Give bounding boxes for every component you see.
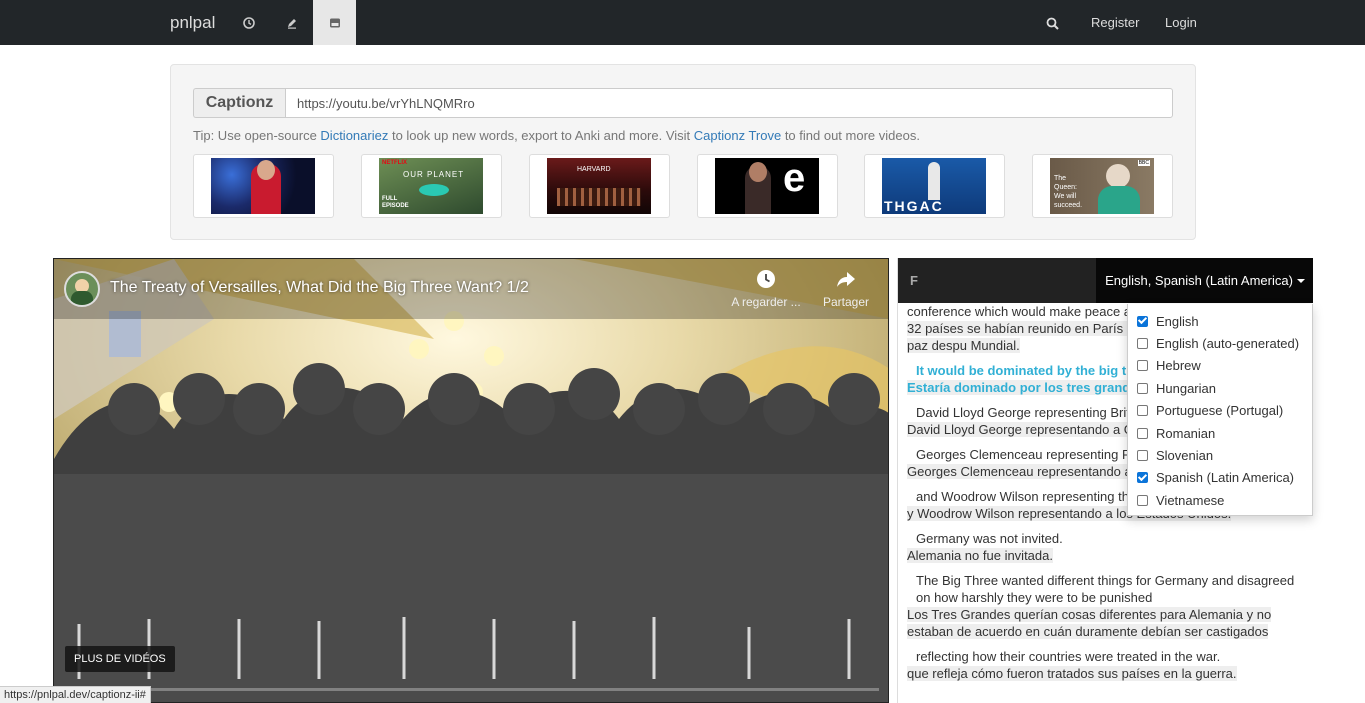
video-thumbnail[interactable]: e xyxy=(697,154,838,218)
video-url-input[interactable] xyxy=(285,88,1173,118)
youtube-nav-button[interactable] xyxy=(313,0,356,45)
language-checkbox[interactable] xyxy=(1137,427,1148,439)
video-thumbnail[interactable]: BBC The Queen: We will succeed. xyxy=(1032,154,1173,218)
video-progress-bar[interactable] xyxy=(64,688,879,691)
video-thumbnail[interactable]: THGAC xyxy=(864,154,1005,218)
pencil-icon xyxy=(287,18,296,29)
language-option[interactable]: Portuguese (Portugal) xyxy=(1128,400,1312,422)
video-thumbnail[interactable] xyxy=(193,154,334,218)
language-checkbox[interactable] xyxy=(1137,382,1148,394)
share-button[interactable]: Partager xyxy=(811,269,881,309)
login-link[interactable]: Login xyxy=(1165,0,1197,45)
browser-status-bar: https://pnlpal.dev/captionz-ii# xyxy=(0,686,151,703)
language-checkbox[interactable] xyxy=(1137,405,1148,417)
language-option[interactable]: Vietnamese xyxy=(1128,489,1312,511)
language-option-label: Slovenian xyxy=(1156,448,1214,464)
url-input-group: Captionz xyxy=(193,88,1173,118)
language-dropdown-menu: English English (auto-generated) Hebrew Hun… xyxy=(1127,304,1313,516)
thumbnail-image: NETFLIX OUR PLANET FULL EPISODE xyxy=(379,158,483,214)
english-caption: Germany was not invited. xyxy=(916,531,1063,546)
thumbnail-image: THGAC xyxy=(882,158,986,214)
thumbnail-image: HARVARD xyxy=(547,158,651,214)
spanish-caption: Georges Clemenceau representando a xyxy=(907,464,1132,479)
video-thumbnail[interactable]: NETFLIX OUR PLANET FULL EPISODE xyxy=(361,154,502,218)
navbar: pnlpal Register Login xyxy=(0,0,1365,45)
language-option[interactable]: English xyxy=(1128,310,1312,332)
language-option-label: English (auto-generated) xyxy=(1156,336,1300,352)
language-option[interactable]: Hebrew xyxy=(1128,355,1312,377)
english-caption: The Big Three wanted different things fo… xyxy=(916,573,1295,605)
history-nav-button[interactable] xyxy=(227,0,270,45)
language-option-label: English xyxy=(1156,313,1199,329)
language-checkbox[interactable] xyxy=(1137,338,1148,350)
transcript-line[interactable]: The Big Three wanted different things fo… xyxy=(907,572,1307,640)
video-player[interactable]: The Treaty of Versailles, What Did the B… xyxy=(53,258,889,703)
language-option[interactable]: Hungarian xyxy=(1128,377,1312,399)
video-frame xyxy=(54,259,888,702)
language-option-label: Vietnamese xyxy=(1156,492,1225,508)
edit-nav-button[interactable] xyxy=(270,0,313,45)
language-option-label: Hebrew xyxy=(1156,358,1201,374)
language-option[interactable]: Romanian xyxy=(1128,422,1312,444)
spanish-caption: David Lloyd George representando a G xyxy=(907,422,1134,437)
transcript-header-letter: F xyxy=(910,273,918,288)
thumbnail-image: e xyxy=(715,158,819,214)
language-checkbox[interactable] xyxy=(1137,450,1148,462)
clock-icon xyxy=(757,270,775,288)
language-option-label: Hungarian xyxy=(1156,380,1216,396)
spanish-caption: que refleja cómo fueron tratados sus paí… xyxy=(907,666,1237,681)
english-caption: reflecting how their countries were trea… xyxy=(916,649,1221,664)
transcript-header: F English, Spanish (Latin America) xyxy=(898,258,1313,303)
language-option-label: Romanian xyxy=(1156,425,1216,441)
youtube-icon xyxy=(329,18,340,27)
language-option[interactable]: Spanish (Latin America) xyxy=(1128,467,1312,489)
watch-later-button[interactable]: A regarder ... xyxy=(731,269,801,309)
caret-down-icon xyxy=(1296,278,1305,283)
captionz-trove-link[interactable]: Captionz Trove xyxy=(694,128,781,143)
clock-icon xyxy=(242,16,255,29)
language-checkbox[interactable] xyxy=(1137,360,1148,372)
channel-avatar[interactable] xyxy=(64,271,100,307)
thumbnail-image: BBC The Queen: We will succeed. xyxy=(1050,158,1154,214)
more-videos-button[interactable]: PLUS DE VIDÉOS xyxy=(65,646,175,672)
language-dropdown-toggle[interactable]: English, Spanish (Latin America) xyxy=(1096,258,1313,303)
brand-link[interactable]: pnlpal xyxy=(170,0,215,45)
language-checkbox[interactable] xyxy=(1137,472,1148,484)
video-thumbnail[interactable]: HARVARD xyxy=(529,154,670,218)
language-option[interactable]: English (auto-generated) xyxy=(1128,332,1312,354)
language-option[interactable]: Slovenian xyxy=(1128,444,1312,466)
transcript-line[interactable]: reflecting how their countries were trea… xyxy=(907,648,1307,682)
language-option-label: Portuguese (Portugal) xyxy=(1156,403,1284,419)
captionz-panel: Captionz Tip: Use open-source Dictionari… xyxy=(170,64,1196,240)
tip-text: Tip: Use open-source Dictionariez to loo… xyxy=(193,128,920,143)
video-title[interactable]: The Treaty of Versailles, What Did the B… xyxy=(110,279,529,297)
captionz-label: Captionz xyxy=(193,88,285,118)
search-button[interactable] xyxy=(1046,0,1062,45)
spanish-caption: Los Tres Grandes querían cosas diferente… xyxy=(907,607,1272,639)
spanish-caption: Alemania no fue invitada. xyxy=(907,548,1053,563)
search-icon xyxy=(1046,17,1059,30)
thumbnail-image xyxy=(211,158,315,214)
spanish-caption: Estaría dominado por los tres grande xyxy=(907,380,1138,395)
register-link[interactable]: Register xyxy=(1091,0,1139,45)
language-checkbox[interactable] xyxy=(1137,494,1148,506)
dictionariez-link[interactable]: Dictionariez xyxy=(320,128,388,143)
transcript-line[interactable]: Germany was not invited. Alemania no fue … xyxy=(907,530,1307,564)
share-icon xyxy=(837,272,855,287)
language-option-label: Spanish (Latin America) xyxy=(1156,470,1295,486)
language-checkbox[interactable] xyxy=(1137,315,1148,327)
